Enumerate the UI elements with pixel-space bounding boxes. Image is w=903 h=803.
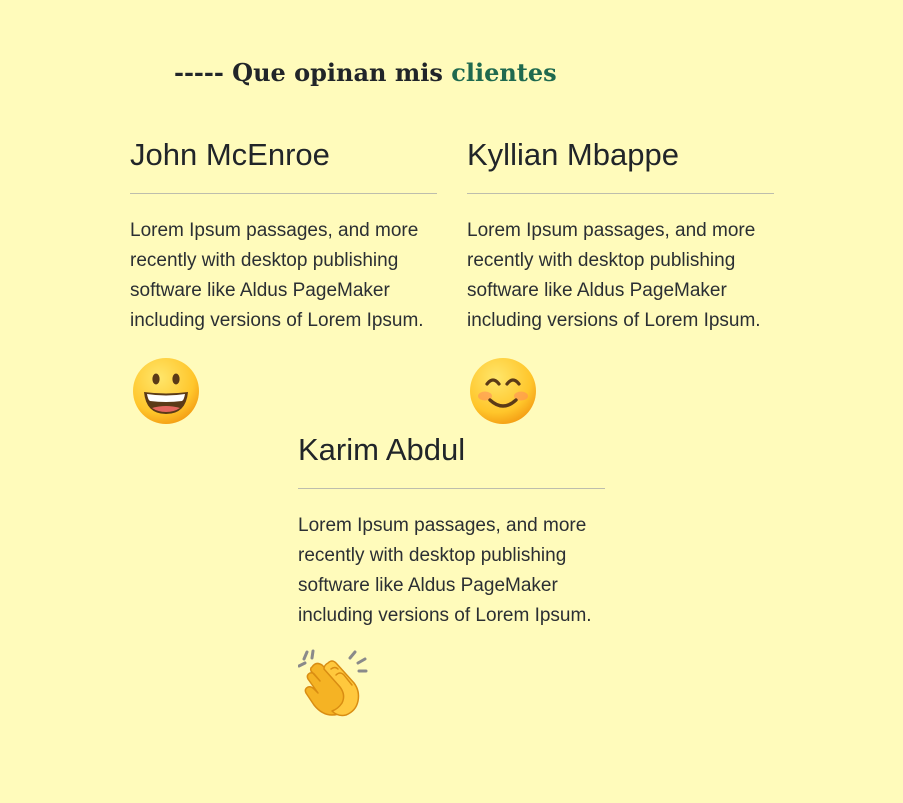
grinning-face-icon	[133, 358, 199, 424]
testimonial-name: Karim Abdul	[298, 432, 466, 467]
testimonial-card: Kyllian Mbappe Lorem Ipsum passages, and…	[467, 135, 774, 426]
testimonial-card: Karim Abdul Lorem Ipsum passages, and mo…	[298, 430, 605, 721]
divider	[467, 193, 774, 194]
heading-accent: clientes	[451, 58, 557, 87]
testimonial-text: Lorem Ipsum passages, and more recently …	[298, 515, 592, 626]
testimonial-card: John McEnroe Lorem Ipsum passages, and m…	[130, 135, 437, 426]
testimonial-text: Lorem Ipsum passages, and more recently …	[467, 220, 761, 331]
clapping-hands-icon	[298, 649, 368, 717]
testimonial-name: Kyllian Mbappe	[467, 137, 679, 172]
divider	[130, 193, 437, 194]
section-heading: ----- Que opinan mis clientes	[174, 56, 557, 90]
heading-prefix: ----- Que opinan mis	[174, 58, 443, 87]
testimonial-text: Lorem Ipsum passages, and more recently …	[130, 220, 424, 331]
smiling-face-with-smiling-eyes-icon	[470, 358, 536, 424]
divider	[298, 488, 605, 489]
testimonial-name: John McEnroe	[130, 137, 330, 172]
